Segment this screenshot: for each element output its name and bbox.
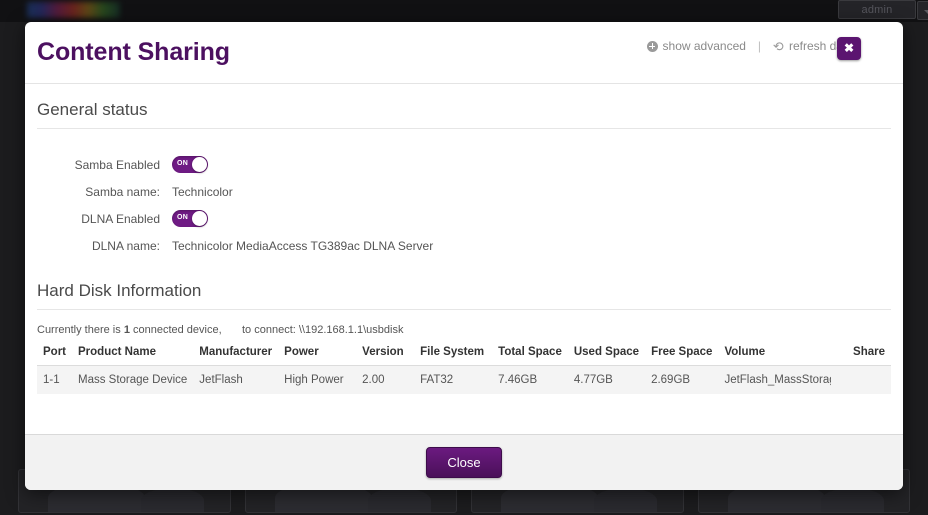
connected-device-info: Currently there is 1 connected device, t… <box>37 324 891 336</box>
col-product-name: Product Name <box>72 343 194 366</box>
cell-product-name: Mass Storage Device <box>72 365 194 394</box>
chevron-down-icon[interactable] <box>917 1 928 20</box>
show-advanced-label: show advanced <box>662 39 746 53</box>
cell-used-space: 4.77GB <box>567 365 646 394</box>
toggle-knob <box>192 211 207 226</box>
connect-path: to connect: \\192.168.1.1\usbdisk <box>242 324 404 336</box>
cell-share <box>831 365 891 394</box>
col-total-space: Total Space <box>492 343 568 366</box>
toggle-knob <box>192 157 207 172</box>
toggle-state-label: ON <box>177 214 189 221</box>
connect-suffix: connected device, <box>129 324 222 336</box>
dlna-name-label: DLNA name: <box>91 238 160 253</box>
admin-label: admin <box>861 4 893 16</box>
modal-body: General status Samba Enabled ON Samba na… <box>25 84 903 434</box>
samba-name-value: Technicolor <box>172 184 233 199</box>
section-title-general-status: General status <box>37 100 891 129</box>
status-row-dlna-enabled: DLNA Enabled ON <box>37 205 891 232</box>
page-title: Content Sharing <box>37 38 230 66</box>
cell-manufacturer: JetFlash <box>193 365 279 394</box>
cell-file-system: FAT32 <box>414 365 493 394</box>
admin-menu[interactable]: admin <box>838 0 928 20</box>
plus-circle-icon <box>646 40 658 52</box>
connect-prefix: Currently there is <box>37 324 124 336</box>
cell-volume: JetFlash_MassStorageDevice_1_a16c <box>718 365 831 394</box>
disk-table-head: Port Product Name Manufacturer Power Ver… <box>37 343 891 366</box>
samba-enabled-toggle[interactable]: ON <box>172 156 208 173</box>
col-port: Port <box>37 343 72 366</box>
close-button[interactable]: Close <box>426 447 502 478</box>
disk-table-body: 1-1 Mass Storage Device JetFlash High Po… <box>37 365 891 394</box>
hard-disk-section: Hard Disk Information Currently there is… <box>37 281 891 394</box>
cell-port: 1-1 <box>37 365 72 394</box>
action-separator: | <box>757 39 762 53</box>
col-volume: Volume <box>718 343 831 366</box>
col-power: Power <box>278 343 357 366</box>
cell-total-space: 7.46GB <box>492 365 568 394</box>
connected-device-count-text: Currently there is 1 connected device, <box>37 324 242 336</box>
col-manufacturer: Manufacturer <box>193 343 279 366</box>
col-free-space: Free Space <box>645 343 719 366</box>
table-row: 1-1 Mass Storage Device JetFlash High Po… <box>37 365 891 394</box>
toggle-state-label: ON <box>177 160 189 167</box>
header-actions: show advanced | ⟳ refresh data ✖ <box>646 37 861 60</box>
background-topbar <box>0 0 928 22</box>
cell-free-space: 2.69GB <box>645 365 719 394</box>
show-advanced-button[interactable]: show advanced <box>646 39 746 53</box>
col-used-space: Used Space <box>567 343 646 366</box>
brand-logo <box>27 2 120 18</box>
close-icon[interactable]: ✖ <box>837 37 861 60</box>
section-title-hard-disk: Hard Disk Information <box>37 281 891 310</box>
dlna-enabled-toggle[interactable]: ON <box>172 210 208 227</box>
table-header-row: Port Product Name Manufacturer Power Ver… <box>37 343 891 366</box>
refresh-icon: ⟳ <box>773 38 784 54</box>
dlna-name-value: Technicolor MediaAccess TG389ac DLNA Ser… <box>172 238 434 253</box>
dlna-enabled-label: DLNA Enabled <box>81 211 160 226</box>
cell-power: High Power <box>278 365 357 394</box>
status-row-dlna-name: DLNA name: Technicolor MediaAccess TG389… <box>37 232 891 259</box>
col-version: Version <box>356 343 415 366</box>
samba-name-label: Samba name: <box>85 184 160 199</box>
col-share: Share <box>831 343 891 366</box>
samba-enabled-label: Samba Enabled <box>74 157 160 172</box>
col-file-system: File System <box>414 343 493 366</box>
disk-table: Port Product Name Manufacturer Power Ver… <box>37 343 891 394</box>
modal-footer: Close <box>25 434 903 490</box>
cell-version: 2.00 <box>356 365 415 394</box>
status-row-samba-enabled: Samba Enabled ON <box>37 151 891 178</box>
modal-header: Content Sharing show advanced | ⟳ refres… <box>25 22 903 84</box>
general-status-list: Samba Enabled ON Samba name: Technicolor… <box>37 151 891 259</box>
status-row-samba-name: Samba name: Technicolor <box>37 178 891 205</box>
content-sharing-modal: Content Sharing show advanced | ⟳ refres… <box>25 22 903 490</box>
